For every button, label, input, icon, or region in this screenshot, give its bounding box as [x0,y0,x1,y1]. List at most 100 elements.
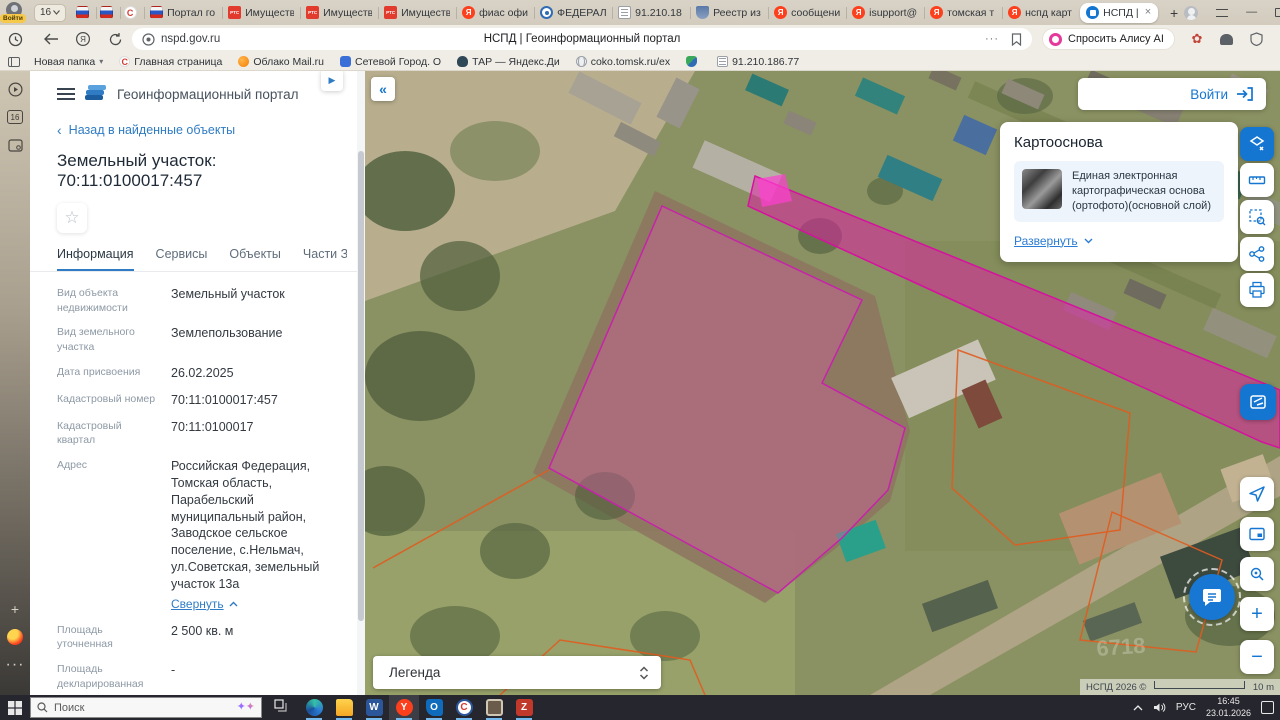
scrollbar-thumb[interactable] [358,151,364,621]
taskbar-app[interactable]: Y [389,695,419,720]
panel-tab[interactable]: Информация [57,247,134,271]
minimap-button[interactable] [1240,517,1274,551]
add-panel-icon[interactable]: + [7,601,23,617]
panel-tab[interactable]: Объекты [229,247,281,271]
browser-profile-button[interactable]: Войти [0,1,30,25]
tab-counter-button[interactable]: 16 [34,3,67,22]
sidebar-toggle-icon[interactable] [8,56,20,67]
panel-tab[interactable]: Части ЗУ [303,247,347,271]
extension-dark-icon[interactable] [1219,31,1235,47]
window-restore-button[interactable] [1275,8,1280,17]
yandex-browser-icon[interactable] [7,629,23,645]
panel-tab[interactable]: Сервисы [156,247,208,271]
back-to-results-link[interactable]: ‹ Назад в найденные объекты [57,123,347,137]
taskbar-app[interactable] [299,695,329,720]
bookmark-folder[interactable]: Новая папка ▾ [34,56,103,68]
map-login-button[interactable]: Войти [1078,78,1266,110]
clock[interactable]: 16:45 23.01.2026 [1206,696,1251,719]
share-button[interactable] [1240,237,1274,271]
browser-menu-icon[interactable] [1216,8,1229,17]
layers-button[interactable] [1240,127,1274,161]
print-button[interactable] [1240,273,1274,307]
favorite-star-button[interactable]: ☆ [57,203,87,233]
back-icon[interactable] [40,28,62,50]
basemap-layer-item[interactable]: Единая электронная картографическая осно… [1014,161,1224,222]
bookmark-item[interactable] [686,56,701,67]
browser-tab[interactable] [96,3,120,23]
zoom-in-button[interactable]: + [1240,597,1274,631]
taskbar-app-icon: C [455,699,473,716]
browser-user-icon[interactable] [1184,5,1199,20]
login-icon [1237,87,1253,101]
collapse-panel-button[interactable]: « [371,77,395,101]
taskbar-app[interactable]: Z [509,695,539,720]
tabs-scroll-right-button[interactable]: ▶ [321,71,343,91]
tabs-panel-icon[interactable] [7,137,23,153]
browser-tab[interactable]: isupport@ [846,3,924,23]
taskbar-search-input[interactable]: Поиск ✦✦ [30,697,262,718]
more-icon[interactable]: ··· [985,33,999,45]
measure-button[interactable] [1240,163,1274,197]
geolocate-button[interactable] [1240,477,1274,511]
browser-tab[interactable]: фиас офи [456,3,534,23]
browser-tab[interactable]: нспд карт [1002,3,1080,23]
taskbar-app[interactable]: C [449,695,479,720]
legend-toggle[interactable]: Легенда [373,656,661,689]
browser-tab[interactable]: ФЕДЕРАЛ [534,3,612,23]
feedback-button[interactable] [1240,384,1276,420]
menu-hamburger-icon[interactable] [57,88,75,100]
panel-scrollbar[interactable] [357,71,365,695]
browser-tab[interactable]: томская т [924,3,1002,23]
taskbar-app[interactable]: O [419,695,449,720]
history-icon[interactable] [4,28,26,50]
alice-ai-button[interactable]: Спросить Алису AI [1042,28,1175,50]
extension-flower-icon[interactable]: ✿ [1189,31,1205,47]
browser-tab[interactable] [120,3,144,23]
map-canvas[interactable]: 6718 « Войти Картооснова Единая электрон… [365,71,1280,695]
taskbar-app[interactable] [479,695,509,720]
search-coordinates-button[interactable] [1240,557,1274,591]
reload-icon[interactable] [104,28,126,50]
extension-shield-icon[interactable] [1249,31,1265,47]
basemap-expand-link[interactable]: Развернуть [1014,234,1093,248]
collapse-address-link[interactable]: Свернуть [171,596,238,612]
chat-button[interactable] [1189,574,1235,620]
url-field[interactable]: nspd.gov.ru НСПД | Геоинформационный пор… [132,28,1032,50]
task-view-button[interactable] [274,698,287,717]
browser-tab[interactable]: Имуществ [378,3,456,23]
tab-favicon [930,6,944,19]
tab-title: 91.210.18 [635,6,682,19]
bookmark-item[interactable]: coko.tomsk.ru/ex [575,56,670,68]
select-area-button[interactable] [1240,200,1274,234]
site-badge-icon[interactable] [142,32,155,46]
bookmark-item[interactable]: 91.210.186.77 [717,56,799,68]
browser-tab[interactable] [72,3,96,23]
window-minimize-button[interactable]: — [1246,7,1257,18]
browser-tab[interactable]: НСПД | × [1080,2,1159,23]
browser-tab[interactable]: 91.210.18 [612,3,690,23]
volume-icon[interactable] [1153,702,1166,713]
bookmark-item[interactable]: Главная страница [119,56,222,68]
bookmark-icon[interactable] [1011,32,1022,46]
more-icon[interactable]: ··· [6,656,24,673]
hidden-icons-chevron[interactable] [1133,704,1143,711]
yandex-home-icon[interactable]: Я [72,28,94,50]
taskbar-app[interactable] [329,695,359,720]
browser-tab[interactable]: Портал го [144,3,222,23]
video-panel-icon[interactable] [7,81,23,97]
bookmark-item[interactable]: Сетевой Город. О [340,56,441,68]
browser-tab[interactable]: Имуществ [300,3,378,23]
new-tab-button[interactable]: + [1164,3,1184,23]
bookmark-item[interactable]: ТАР — Яндекс.Ди [457,56,560,68]
start-button[interactable] [0,695,30,720]
browser-tab[interactable]: Реестр из [690,3,768,23]
zoom-out-button[interactable]: − [1240,640,1274,674]
taskbar-app[interactable]: W [359,695,389,720]
bookmark-item[interactable]: Облако Mail.ru [238,56,324,68]
tab-count-badge[interactable]: 16 [7,109,23,125]
browser-tab[interactable]: Имуществ [222,3,300,23]
language-indicator[interactable]: РУС [1176,702,1196,713]
notification-center-icon[interactable] [1261,701,1274,714]
tab-close-icon[interactable]: × [1144,7,1152,18]
browser-tab[interactable]: сообщени [768,3,846,23]
